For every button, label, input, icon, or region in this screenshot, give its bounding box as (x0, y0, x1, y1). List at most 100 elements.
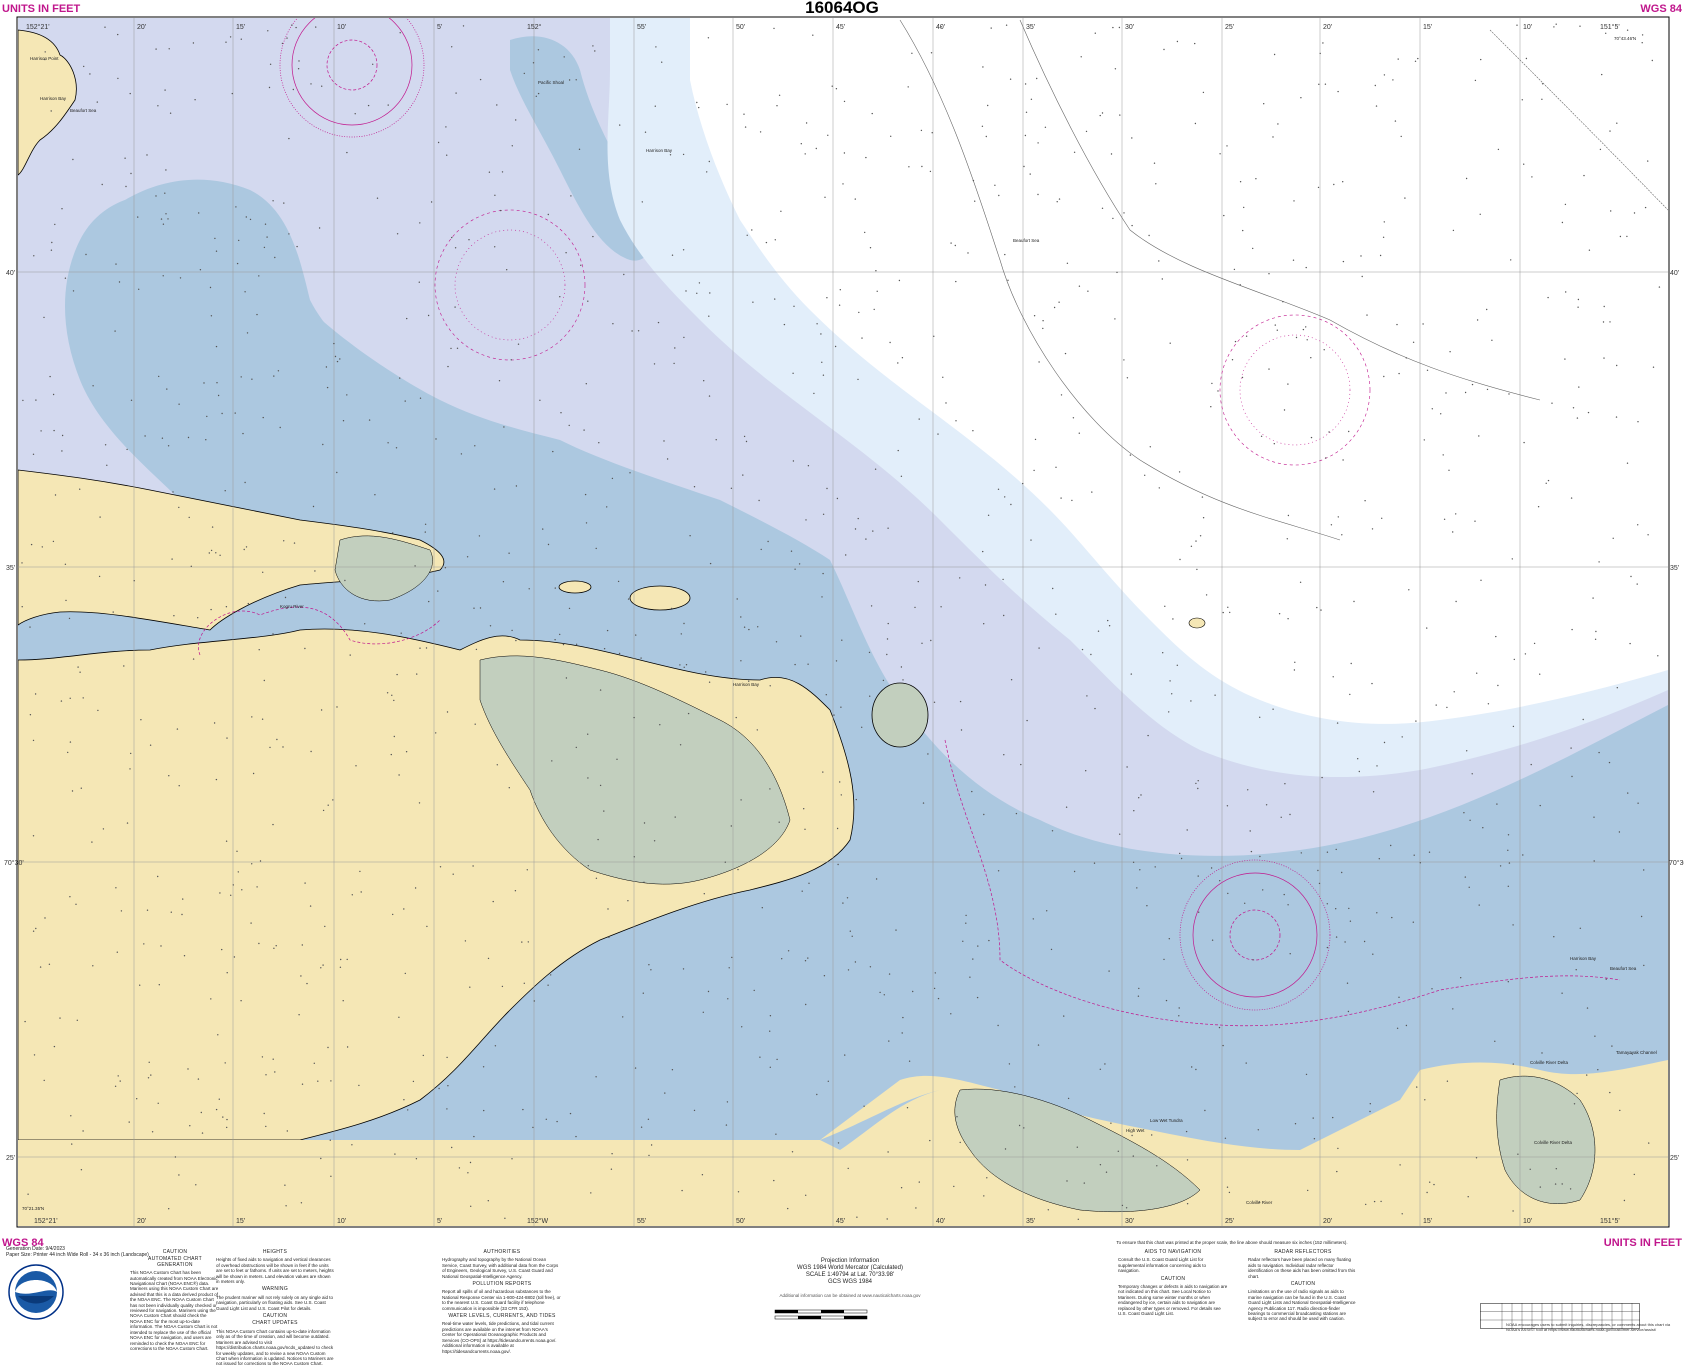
place-label: Kogru River (280, 604, 304, 609)
sounding-mark (603, 810, 605, 812)
sounding-mark (666, 458, 669, 460)
sounding-mark (161, 437, 164, 439)
sounding-mark (976, 996, 979, 999)
sounding-mark (927, 753, 929, 755)
svg-text:70°30': 70°30' (1669, 859, 1684, 867)
sounding-mark (683, 622, 685, 625)
sounding-mark (1110, 153, 1113, 155)
sounding-mark (1051, 830, 1054, 832)
island-small (1188, 617, 1206, 629)
sounding-mark (414, 565, 416, 567)
sounding-mark (760, 548, 762, 551)
sounding-mark (1383, 74, 1386, 76)
sounding-mark (552, 450, 554, 453)
svg-text:151°5': 151°5' (1600, 1217, 1620, 1225)
sounding-mark (1487, 703, 1490, 705)
sounding-mark (98, 575, 101, 578)
sounding-mark (1023, 1127, 1025, 1129)
sounding-mark (129, 768, 131, 770)
sounding-mark (635, 634, 637, 636)
sounding-mark (563, 56, 565, 58)
sounding-mark (1486, 388, 1489, 391)
sounding-mark (864, 231, 866, 234)
sounding-mark (1252, 247, 1254, 250)
sounding-mark (240, 1000, 242, 1002)
sounding-mark (395, 447, 398, 449)
sounding-mark (1241, 376, 1244, 379)
sounding-mark (816, 323, 818, 325)
sounding-mark (112, 611, 114, 613)
sounding-mark (244, 481, 246, 484)
sounding-mark (1507, 981, 1510, 983)
sounding-mark (983, 813, 985, 816)
sounding-mark (266, 236, 268, 238)
sounding-mark (349, 654, 351, 656)
sounding-mark (608, 936, 610, 938)
sounding-mark (1107, 619, 1109, 622)
sounding-mark (415, 1158, 418, 1160)
sounding-mark (462, 25, 465, 27)
sounding-mark (1162, 652, 1164, 654)
sounding-mark (897, 449, 899, 452)
sounding-mark (422, 1054, 424, 1057)
sounding-mark (1426, 1191, 1428, 1194)
sounding-mark (842, 183, 844, 185)
sounding-mark (494, 246, 496, 248)
sounding-mark (1375, 105, 1378, 107)
sounding-mark (1586, 1007, 1589, 1009)
sounding-mark (1636, 583, 1638, 585)
sounding-mark (1603, 305, 1605, 308)
sounding-mark (590, 1192, 592, 1194)
sounding-mark (839, 289, 841, 291)
sounding-mark (619, 124, 621, 126)
sounding-mark (1289, 813, 1291, 816)
sounding-mark (1371, 528, 1374, 530)
nautical-chart: Harrison Point Harrison Bay Beaufort Sea… (4, 16, 1684, 1228)
note-title: RADAR REFLECTORS (1274, 1249, 1332, 1255)
sounding-mark (104, 26, 106, 28)
sounding-mark (1630, 575, 1632, 578)
sounding-mark (1218, 1026, 1221, 1029)
sounding-mark (67, 751, 69, 754)
note-text: Consult the U.S. Coast Guard Light List … (1118, 1257, 1207, 1274)
sounding-mark (801, 890, 803, 892)
sounding-mark (320, 1157, 322, 1160)
sounding-mark (659, 724, 661, 726)
sounding-mark (1169, 342, 1171, 344)
sounding-mark (637, 330, 640, 332)
sounding-mark (681, 1189, 683, 1192)
sounding-mark (386, 692, 389, 694)
sounding-mark (1081, 648, 1084, 651)
sounding-mark (1191, 1066, 1193, 1068)
sounding-mark (405, 751, 408, 753)
sounding-mark (874, 468, 877, 470)
sounding-mark (780, 210, 782, 212)
sounding-mark (1050, 948, 1053, 951)
sounding-mark (872, 530, 874, 532)
sounding-mark (731, 956, 733, 959)
sounding-mark (1390, 844, 1392, 847)
sounding-mark (629, 472, 631, 474)
sounding-mark (1463, 812, 1465, 814)
svg-text:20': 20' (1323, 1218, 1332, 1225)
sounding-mark (188, 516, 190, 519)
sounding-mark (469, 986, 471, 988)
sounding-mark (633, 716, 635, 719)
sounding-mark (1055, 466, 1057, 468)
sounding-mark (869, 966, 872, 968)
sounding-mark (404, 400, 406, 402)
sounding-mark (326, 386, 329, 389)
sounding-mark (59, 1017, 61, 1019)
sounding-mark (130, 172, 132, 175)
sounding-mark (1151, 1134, 1153, 1136)
sounding-mark (730, 825, 732, 827)
sounding-mark (685, 290, 687, 292)
sounding-mark (578, 148, 581, 150)
sounding-mark (1029, 173, 1031, 175)
sounding-mark (1287, 383, 1289, 385)
sounding-mark (1066, 1180, 1068, 1182)
sounding-mark (1415, 720, 1417, 722)
sounding-mark (168, 775, 170, 777)
sounding-mark (1522, 854, 1524, 856)
sounding-mark (837, 863, 839, 866)
